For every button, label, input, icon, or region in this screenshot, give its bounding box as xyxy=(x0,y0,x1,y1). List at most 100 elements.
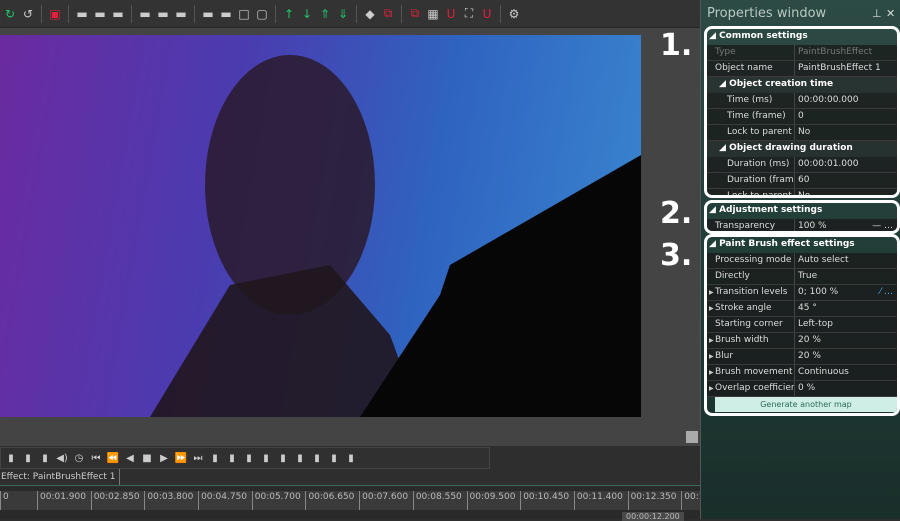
prev-frame-icon[interactable]: ⏪ xyxy=(106,450,120,466)
adjustment-settings-header[interactable]: ◢ Adjustment settings xyxy=(707,203,897,219)
align-center-icon[interactable]: ▬ xyxy=(92,6,108,22)
move-top-icon[interactable]: ⇑ xyxy=(317,6,333,22)
paint-brush-header[interactable]: ◢ Paint Brush effect settings xyxy=(707,237,897,253)
playhead-time[interactable]: 00:00:12.200 xyxy=(622,512,684,521)
property-row[interactable]: Directly True xyxy=(707,269,897,285)
go-start-icon[interactable]: ⏮ xyxy=(89,450,103,466)
fit-icon[interactable]: □ xyxy=(236,6,252,22)
object-name-row[interactable]: Object name PaintBrushEffect 1 xyxy=(707,61,897,77)
property-row[interactable]: ▶ Transition levels 0; 100 % ⁄ … xyxy=(707,285,897,301)
trim-icon[interactable]: ▮ xyxy=(225,450,239,466)
snap-icon[interactable]: U xyxy=(479,6,495,22)
align-middle-icon[interactable]: ▬ xyxy=(155,6,171,22)
resize-handle[interactable] xyxy=(686,431,698,443)
center-icon[interactable]: ▢ xyxy=(254,6,270,22)
volume-icon[interactable]: ◀) xyxy=(55,450,69,466)
generate-map-button[interactable]: Generate another map xyxy=(715,397,897,412)
property-value[interactable]: Left-top xyxy=(795,317,897,332)
slider-icon[interactable]: — … xyxy=(872,219,897,231)
property-value[interactable]: Auto select xyxy=(795,253,897,268)
timeline[interactable]: 0 00:01.900 00:02.850 00:03.800 00:04.750 00:… xyxy=(0,485,725,521)
property-value[interactable]: 0; 100 % xyxy=(795,285,880,300)
property-row[interactable]: Starting corner Left-top xyxy=(707,317,897,333)
undo-icon[interactable]: ↺ xyxy=(20,6,36,22)
stretch-horizontal-icon[interactable]: ▬ xyxy=(200,6,216,22)
property-value[interactable]: True xyxy=(795,269,897,284)
play-icon[interactable]: ▶ xyxy=(157,450,171,466)
expand-arrow-icon[interactable]: ▶ xyxy=(709,349,714,364)
time-ruler[interactable]: 0 00:01.900 00:02.850 00:03.800 00:04.750 00:… xyxy=(0,491,725,510)
cut-icon[interactable]: ▮ xyxy=(242,450,256,466)
creation-time-header[interactable]: ◢ Object creation time xyxy=(707,77,897,93)
time-ms-row[interactable]: Time (ms) 00:00:00.000 xyxy=(707,93,897,109)
common-settings-header[interactable]: ◢ Common settings xyxy=(707,29,897,45)
align-track-icon[interactable]: ▮ xyxy=(293,450,307,466)
transparency-row[interactable]: Transparency 100 % — … xyxy=(707,219,897,231)
move-down-icon[interactable]: ↓ xyxy=(299,6,315,22)
close-icon[interactable]: ✕ xyxy=(886,0,900,28)
property-row[interactable]: ▶ Overlap coefficient 0 % xyxy=(707,381,897,397)
move-up-icon[interactable]: ↑ xyxy=(281,6,297,22)
expand-arrow-icon[interactable]: ▶ xyxy=(709,381,714,396)
redo-icon[interactable]: ↻ xyxy=(2,6,18,22)
preview-canvas[interactable] xyxy=(0,28,700,446)
stop-icon[interactable]: ■ xyxy=(140,450,154,466)
align-top-icon[interactable]: ▬ xyxy=(137,6,153,22)
expand-arrow-icon[interactable]: ▶ xyxy=(709,285,714,300)
align-left-icon[interactable]: ▬ xyxy=(74,6,90,22)
timeline-breadcrumb[interactable]: Effect: PaintBrushEffect 1 xyxy=(0,469,120,485)
frame-icon[interactable]: ⛶ xyxy=(461,6,477,22)
magnet-icon[interactable]: U xyxy=(443,6,459,22)
expand-arrow-icon[interactable]: ▶ xyxy=(709,333,714,348)
expand-arrow-icon[interactable]: ▶ xyxy=(709,365,714,380)
property-row[interactable]: ▶ Blur 20 % xyxy=(707,349,897,365)
align-bottom-icon[interactable]: ▬ xyxy=(173,6,189,22)
align-right-icon[interactable]: ▬ xyxy=(110,6,126,22)
move-bottom-icon[interactable]: ⇓ xyxy=(335,6,351,22)
ungroup-icon[interactable]: ⧉ xyxy=(407,6,423,22)
fast-forward-icon[interactable]: ⏩ xyxy=(174,450,188,466)
property-row[interactable]: ▶ Brush width 20 % xyxy=(707,333,897,349)
expand-arrow-icon[interactable]: ▶ xyxy=(709,301,714,316)
snap-track-icon[interactable]: ▮ xyxy=(310,450,324,466)
property-row[interactable]: Processing mode Auto select xyxy=(707,253,897,269)
group-icon[interactable]: ⧉ xyxy=(380,6,396,22)
property-value[interactable]: 20 % xyxy=(795,349,897,364)
select-all-icon[interactable]: ▣ xyxy=(47,6,63,22)
duration-frames-row[interactable]: Duration (frames)60 xyxy=(707,173,897,189)
marker-in-icon[interactable]: ▮ xyxy=(259,450,273,466)
go-end-icon[interactable]: ⏭ xyxy=(191,450,205,466)
callout-3: 3. xyxy=(660,238,693,273)
clock-icon[interactable]: ◷ xyxy=(72,450,86,466)
property-row[interactable]: ▶ Stroke angle 45 ° xyxy=(707,301,897,317)
marker-out-icon[interactable]: ▮ xyxy=(276,450,290,466)
property-row[interactable]: ▶ Brush movement di Continuous xyxy=(707,365,897,381)
property-value[interactable]: 0 % xyxy=(795,381,897,396)
ruler-tick-label: 00:09.500 xyxy=(466,491,521,510)
zoom-out-icon[interactable]: ▮ xyxy=(327,450,341,466)
lock-parent-row-2[interactable]: Lock to parent duNo xyxy=(707,189,897,195)
time-frame-row[interactable]: Time (frame) 0 xyxy=(707,109,897,125)
ruler-tick-label: 00:02.850 xyxy=(90,491,145,510)
rewind-icon[interactable]: ▮ xyxy=(38,450,52,466)
duration-ms-row[interactable]: Duration (ms) 00:00:01.000 xyxy=(707,157,897,173)
zoom-in-icon[interactable]: ▮ xyxy=(344,450,358,466)
step-back-icon[interactable]: ◀ xyxy=(123,450,137,466)
property-value[interactable]: 45 ° xyxy=(795,301,897,316)
lock-parent-row[interactable]: Lock to parent duNo xyxy=(707,125,897,141)
repeat-icon[interactable]: ▮ xyxy=(21,450,35,466)
property-value[interactable]: 20 % xyxy=(795,333,897,348)
property-value[interactable]: Continuous xyxy=(795,365,897,380)
stretch-vertical-icon[interactable]: ▬ xyxy=(218,6,234,22)
property-label: Overlap coefficient xyxy=(707,381,795,396)
drawing-duration-header[interactable]: ◢ Object drawing duration xyxy=(707,141,897,157)
shapes-icon[interactable]: ◆ xyxy=(362,6,378,22)
loop-icon[interactable]: ▮ xyxy=(4,450,18,466)
grid-icon[interactable]: ▦ xyxy=(425,6,441,22)
property-label: Transition levels xyxy=(707,285,795,300)
pin-icon[interactable]: ⊥ xyxy=(872,0,886,28)
settings-icon[interactable]: ⚙ xyxy=(506,6,522,22)
split-icon[interactable]: ▮ xyxy=(208,450,222,466)
edit-icon[interactable]: ⁄ … xyxy=(880,285,897,300)
callout-1: 1. xyxy=(660,28,693,63)
